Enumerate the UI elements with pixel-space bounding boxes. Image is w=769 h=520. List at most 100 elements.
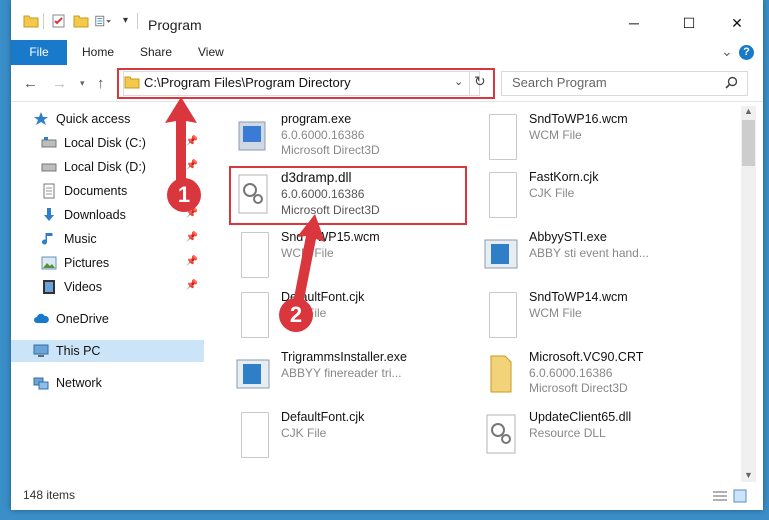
file-type: CJK File [281, 426, 327, 440]
sidebar-item-label: OneDrive [56, 312, 109, 326]
file-name: program.exe [281, 112, 352, 126]
sidebar-item-this-pc[interactable]: This PC [11, 340, 204, 362]
music-icon [42, 233, 53, 245]
tab-view[interactable]: View [198, 40, 224, 65]
folder-icon [490, 355, 512, 393]
customize-toolbar-icon[interactable] [95, 14, 111, 28]
file-item-defaultfont-2[interactable]: DefaultFont.cjk CJK File [233, 408, 478, 464]
search-icon[interactable] [725, 76, 738, 89]
maximize-button[interactable]: ☐ [676, 12, 702, 34]
file-highlight [229, 166, 467, 225]
exe-icon [484, 239, 518, 269]
file-item-sndtowp14[interactable]: SndToWP14.wcm WCM File [481, 288, 726, 344]
status-bar [11, 482, 763, 510]
file-item-updateclient65[interactable]: UpdateClient65.dll Resource DLL [481, 408, 726, 464]
dll-gear-icon [486, 414, 516, 454]
scroll-up-icon[interactable]: ▲ [744, 106, 753, 116]
file-icon [489, 292, 517, 338]
sidebar-item-label: Local Disk (C:) [64, 136, 146, 150]
sidebar-item-label: Quick access [56, 112, 131, 126]
help-icon[interactable]: ? [739, 45, 754, 60]
file-name: DefaultFont.cjk [281, 410, 365, 424]
file-name: AbbyySTI.exe [529, 230, 607, 244]
file-icon [489, 172, 517, 218]
sidebar-item-pictures[interactable]: Pictures 📌 [11, 252, 204, 274]
file-tab[interactable]: File [11, 40, 67, 65]
sidebar-item-videos[interactable]: Videos 📌 [11, 276, 204, 298]
pictures-icon [41, 256, 57, 270]
back-icon[interactable]: ← [23, 75, 38, 92]
file-icon [241, 412, 269, 458]
file-description: Microsoft Direct3D [529, 381, 628, 395]
file-item-abbyysti[interactable]: AbbyySTI.exe ABBY sti event hand... [481, 228, 726, 284]
sidebar-item-onedrive[interactable]: OneDrive [11, 308, 204, 330]
file-item-defaultfont[interactable]: DefaultFont.cjk CJK File [233, 288, 478, 344]
sidebar-item-network[interactable]: Network [11, 372, 204, 394]
step-1-badge: 1 [167, 178, 201, 212]
network-icon [33, 377, 49, 390]
pin-icon: 📌 [185, 280, 198, 291]
divider [137, 13, 138, 29]
file-name: TrigrammsInstaller.exe [281, 350, 407, 364]
details-view-icon[interactable] [712, 490, 728, 502]
file-icon [241, 232, 269, 278]
file-description: Microsoft Direct3D [281, 143, 380, 157]
file-item-fastkorn[interactable]: FastKorn.cjk CJK File [481, 168, 726, 224]
new-folder-icon[interactable] [73, 14, 89, 28]
file-name: Microsoft.VC90.CRT [529, 350, 644, 364]
documents-icon [43, 183, 55, 199]
properties-icon[interactable] [51, 14, 67, 28]
up-icon[interactable]: ↑ [97, 75, 105, 92]
sidebar-item-label: Pictures [64, 256, 110, 270]
scroll-down-icon[interactable]: ▼ [744, 470, 753, 480]
minimize-button[interactable]: ─ [621, 12, 647, 34]
star-icon [34, 112, 48, 125]
file-type: WCM File [529, 306, 582, 320]
file-item-program-exe[interactable]: program.exe 6.0.6000.16386 Microsoft Dir… [233, 110, 478, 166]
file-item-sndtowp16[interactable]: SndToWP16.wcm WCM File [481, 110, 726, 166]
pin-icon: 📌 [185, 256, 198, 267]
file-item-trigrammsinstaller[interactable]: TrigrammsInstaller.exe ABBYY finereader … [233, 348, 478, 404]
file-item-sndtowp15[interactable]: SndToWP15.wcm WCM File [233, 228, 478, 284]
sidebar-item-label: Documents [64, 184, 128, 198]
computer-icon [33, 344, 49, 357]
sidebar-item-label: Network [56, 376, 102, 390]
exe-icon [238, 121, 266, 151]
file-description: ABBY sti event hand... [529, 246, 649, 260]
sidebar-item-label: Music [64, 232, 97, 246]
file-name: UpdateClient65.dll [529, 410, 632, 424]
close-button[interactable]: ✕ [724, 12, 750, 34]
explorer-window: ▾ Program ─ ☐ ✕ File Home Share View ⌄ ?… [11, 0, 763, 510]
sidebar-item-label: This PC [56, 344, 101, 358]
tab-home[interactable]: Home [82, 40, 114, 65]
sidebar-item-label: Local Disk (D:) [64, 160, 146, 174]
file-name: SndToWP14.wcm [529, 290, 628, 304]
scroll-thumb[interactable] [742, 120, 755, 166]
file-name: FastKorn.cjk [529, 170, 599, 184]
qa-dropdown-icon[interactable]: ▾ [123, 15, 128, 26]
download-icon [44, 208, 54, 221]
file-description: ABBYY finereader tri... [281, 366, 402, 380]
sidebar-item-label: Videos [64, 280, 102, 294]
exe-icon [236, 359, 270, 389]
file-version: 6.0.6000.16386 [529, 366, 613, 380]
tab-share[interactable]: Share [140, 40, 172, 65]
divider [43, 13, 44, 29]
recent-locations-icon[interactable]: ▾ [80, 78, 85, 89]
sidebar-item-label: Downloads [64, 208, 126, 222]
ribbon-expand-icon[interactable]: ⌄ [721, 43, 733, 60]
step-2-badge: 2 [279, 298, 313, 332]
file-item-vc90-crt[interactable]: Microsoft.VC90.CRT 6.0.6000.16386 Micros… [481, 348, 726, 404]
cloud-icon [34, 313, 49, 323]
large-icons-view-icon[interactable] [733, 489, 747, 503]
search-placeholder: Search Program [512, 75, 607, 90]
item-count: 148 items [23, 488, 76, 502]
file-version: 6.0.6000.16386 [281, 128, 365, 142]
pin-icon: 📌 [185, 232, 198, 243]
file-name: SndToWP16.wcm [529, 112, 628, 126]
videos-icon [43, 280, 55, 294]
forward-icon[interactable]: → [52, 75, 67, 92]
sidebar-item-music[interactable]: Music 📌 [11, 228, 204, 250]
file-type: WCM File [529, 128, 582, 142]
file-icon [489, 114, 517, 160]
